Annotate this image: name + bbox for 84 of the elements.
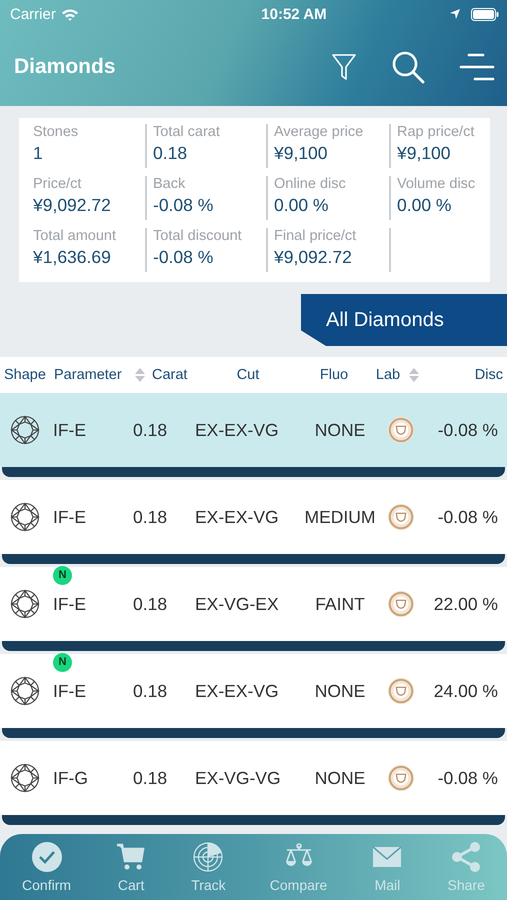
checkmark-circle-icon [30,841,63,873]
carat-cell-text: 0.18 [133,506,168,528]
new-badge: N [53,652,72,672]
round-diamond-icon [10,676,40,706]
parameter-cell: IF-G [53,768,88,788]
column-header[interactable]: Carat [152,367,198,383]
stat-value: 0.00 % [274,195,330,216]
search-icon[interactable] [391,50,425,84]
carat-cell-text: 0.18 [133,768,168,788]
share-icon [450,841,482,873]
fluo-cell-text: NONE [314,768,366,788]
cut-cell-text: EX-EX-VG [195,506,280,528]
round-diamond-icon [10,502,40,532]
cut-cell-text: EX-VG-VG [195,768,282,788]
stat-value: ¥9,100 [397,143,452,164]
diamond-row[interactable]: N IF-E 0.18 EX-VG-EX FAINT 22.00 % [0,567,507,641]
filter-icon[interactable] [331,53,357,81]
column-header[interactable]: Disc [474,367,503,383]
stat-label: Total amount [33,228,118,244]
stat-label: Rap price/ct [397,124,476,140]
fluo-cell-text: FAINT [314,594,366,614]
stat-label: Stones [33,124,80,140]
stat-value: -0.08 % [153,195,214,216]
disc-cell: -0.08 % [438,506,498,528]
fluo-cell-text: NONE [314,420,366,440]
new-badge: N [53,566,72,584]
wifi-icon [60,8,79,20]
stat-label: Average price [274,124,364,140]
stat-label: Final price/ct [274,228,358,244]
stat-label: Back [153,176,186,192]
disc-cell: 22.00 % [434,594,498,614]
column-header[interactable]: Parameter [54,367,132,383]
lab-seal-icon [387,416,415,444]
carat-cell-text: 0.18 [133,420,168,440]
carrier-name: Carrier [10,6,56,22]
lab-seal-icon [387,764,415,792]
battery-icon [471,8,499,20]
column-header[interactable]: Cut [198,367,298,383]
location-arrow-icon [449,8,461,20]
parameter-cell: IF-E [53,680,86,700]
clock-time: 10:52 AM [260,6,327,22]
carat-cell-text: 0.18 [133,680,168,702]
diamond-row[interactable]: IF-G 0.18 EX-VG-VG NONE -0.08 % [0,741,507,815]
parameter-cell: IF-E [53,420,86,440]
stat-value: -0.08 % [153,247,214,268]
round-diamond-icon [10,415,40,445]
stat-value: ¥9,092.72 [33,195,112,216]
column-header[interactable]: Lab [370,367,406,383]
stat-value: ¥9,100 [274,143,329,164]
round-diamond-icon [10,589,40,619]
lab-seal-icon [387,590,415,618]
diamond-row[interactable]: N IF-E 0.18 EX-EX-VG NONE 24.00 % [0,654,507,728]
cut-cell-text: EX-VG-EX [195,594,280,614]
lab-seal-icon [387,677,415,705]
menu-icon[interactable] [459,53,495,81]
round-diamond-icon [10,763,40,793]
column-header[interactable]: Shape [4,367,54,383]
parameter-cell: IF-E [53,594,86,614]
lab-seal-icon [387,503,415,531]
disc-cell: -0.08 % [438,420,498,440]
column-header[interactable]: Fluo [298,367,370,383]
cut-cell-text: EX-EX-VG [195,420,280,440]
stat-value: 0.00 % [397,195,452,216]
cut-cell-text: EX-EX-VG [195,680,280,702]
stat-label: Online disc [274,176,347,192]
disc-cell: -0.08 % [438,768,498,788]
carat-cell-text: 0.18 [133,594,168,614]
stat-label: Volume disc [397,176,476,192]
parameter-cell: IF-E [53,506,86,526]
section-tab[interactable]: All Diamonds [301,294,507,346]
fluo-cell-text: MEDIUM [304,506,376,528]
diamond-row[interactable]: IF-E 0.18 EX-EX-VG NONE -0.08 % [0,393,507,467]
stat-value: ¥1,636.69 [33,247,112,268]
stat-label: Total discount [153,228,243,244]
radar-icon [192,841,224,873]
stat-value: 0.18 [153,143,188,164]
fluo-cell-text: NONE [314,680,366,702]
stat-value: ¥9,092.72 [274,247,353,268]
stat-label: Price/ct [33,176,82,192]
stat-label: Total carat [153,124,221,140]
stat-value: 1 [33,143,44,164]
diamond-row[interactable]: IF-E 0.18 EX-EX-VG MEDIUM -0.08 % [0,480,507,554]
disc-cell: 24.00 % [434,680,498,702]
page-title: Diamonds [14,55,117,79]
